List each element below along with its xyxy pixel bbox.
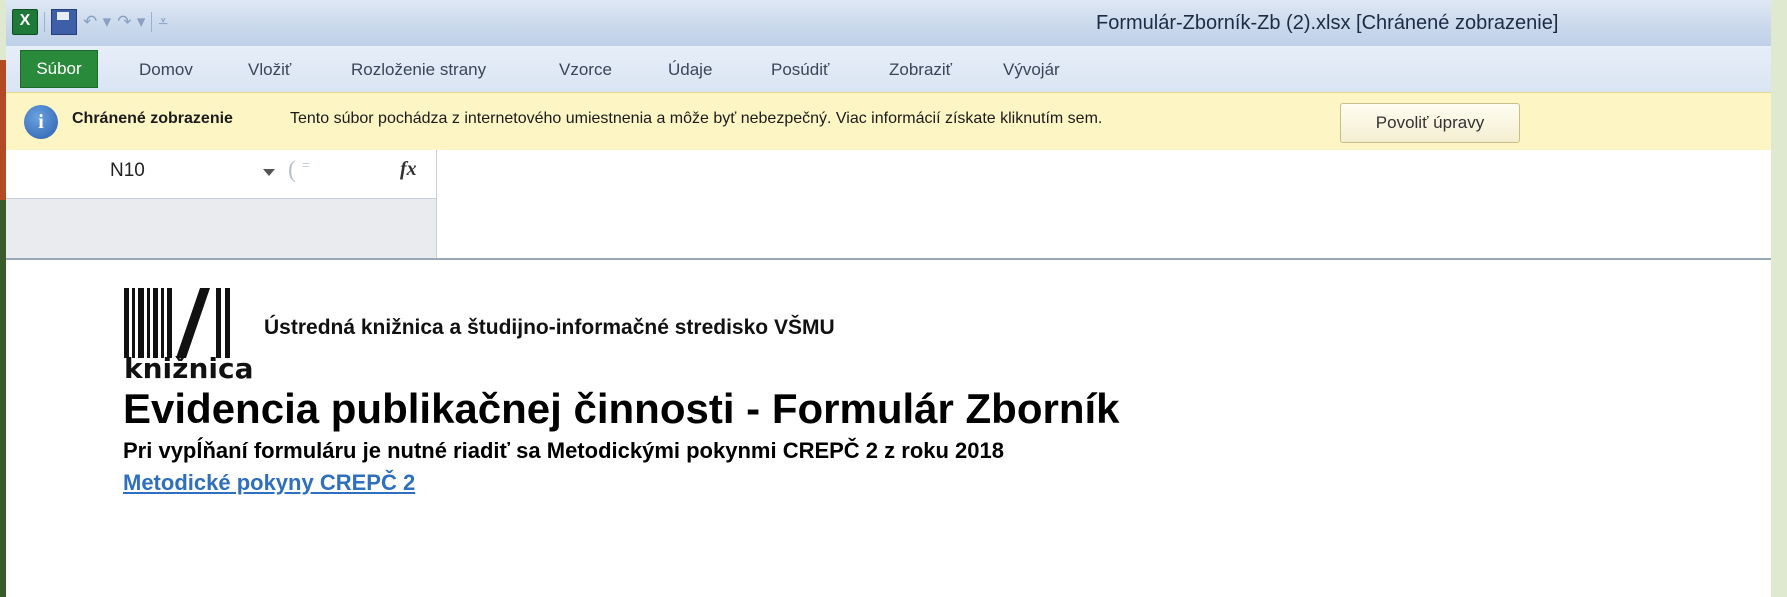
window-title: Formulár-Zborník-Zb (2).xlsx [Chránené z… [1096,12,1559,34]
redo-icon[interactable]: ↷ ▾ [117,10,145,34]
tab-page-layout[interactable]: Rozloženie strany [351,60,486,80]
name-box-expanded-area [6,199,437,258]
ribbon-tabs: Súbor Domov Vložiť Rozloženie strany Vzo… [6,46,1771,93]
sheet-subtitle: Pri vypĺňaní formuláru je nutné riadiť s… [123,438,1004,463]
tab-review[interactable]: Posúdiť [771,60,829,80]
worksheet[interactable]: knižnica Ústredná knižnica a študijno-in… [6,260,1771,597]
quick-access-toolbar: X ↶ ▾ ↷ ▾ ⩡ [12,8,168,36]
protected-view-bar: i Chránené zobrazenie Tento súbor pochád… [6,92,1771,152]
info-icon: i [24,105,58,139]
tab-data[interactable]: Údaje [668,60,712,80]
title-bar: X ↶ ▾ ↷ ▾ ⩡ Formulár-Zborník-Zb (2).xlsx… [6,0,1771,46]
organization-name: Ústredná knižnica a študijno-informačné … [264,316,835,339]
tab-home[interactable]: Domov [139,60,193,80]
excel-icon[interactable]: X [12,9,38,35]
name-box-value: N10 [110,160,145,181]
name-box[interactable]: N10 fx [6,150,437,199]
formula-bar: N10 fx [6,150,1771,260]
separator [151,12,153,32]
excel-window: X ↶ ▾ ↷ ▾ ⩡ Formulár-Zborník-Zb (2).xlsx… [6,0,1771,597]
tab-insert[interactable]: Vložiť [248,60,291,80]
formula-input[interactable] [437,150,1771,258]
chevron-down-icon[interactable] [263,169,275,176]
sheet-title: Evidencia publikačnej činnosti - Formulá… [123,385,1120,432]
enable-editing-button[interactable]: Povoliť úpravy [1340,103,1520,143]
separator [44,12,45,32]
guidelines-link[interactable]: Metodické pokyny CREPČ 2 [123,470,415,496]
logo-text: knižnica [124,352,254,385]
customize-icon[interactable]: ⩡ [158,10,168,34]
save-icon[interactable] [51,9,77,35]
tab-developer[interactable]: Vývojár [1003,60,1060,80]
library-logo-icon [124,288,230,358]
tab-file[interactable]: Súbor [20,50,98,88]
frame-right [1771,0,1787,597]
cancel-icon[interactable] [288,157,316,187]
insert-function-icon[interactable]: fx [400,158,417,181]
tab-view[interactable]: Zobraziť [889,60,952,80]
tab-formulas[interactable]: Vzorce [559,60,612,80]
protected-view-message[interactable]: Tento súbor pochádza z internetového umi… [290,110,1102,128]
undo-icon[interactable]: ↶ ▾ [83,10,111,34]
protected-view-title: Chránené zobrazenie [72,110,233,127]
